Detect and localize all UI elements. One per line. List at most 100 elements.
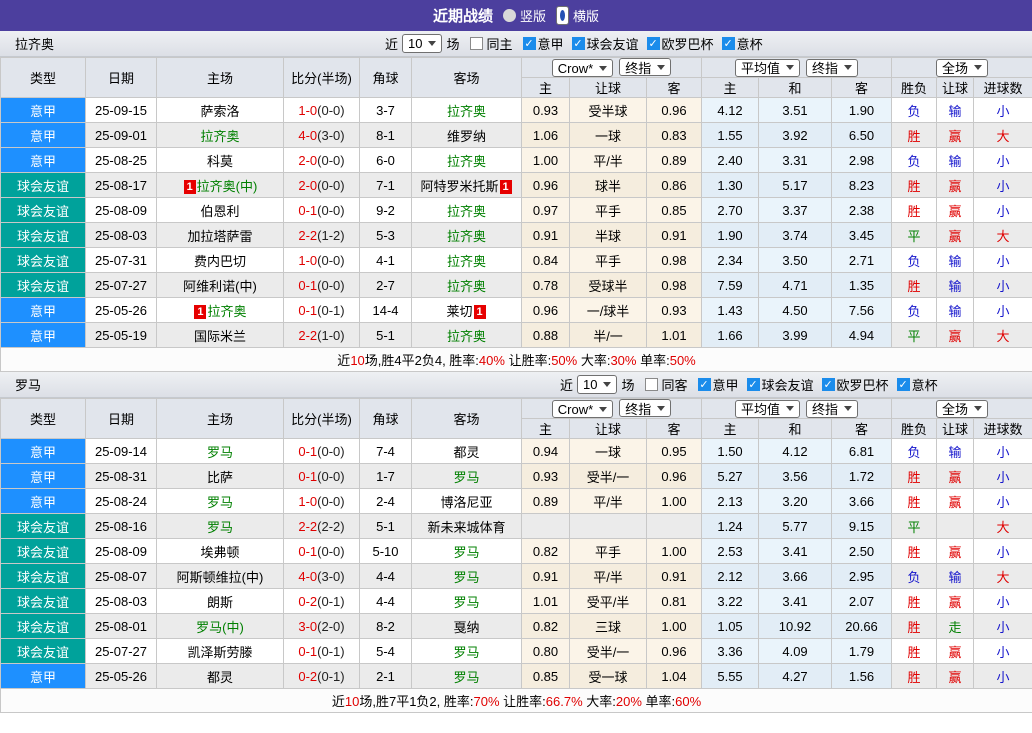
- col-away-odds: 客: [645, 77, 703, 98]
- avg-away-cell: 20.66: [831, 613, 893, 639]
- handicap-cell: 一球: [569, 122, 647, 148]
- avg-draw-cell: 3.74: [758, 222, 833, 248]
- league-checkbox[interactable]: ✓: [821, 378, 835, 391]
- league-checkbox[interactable]: ✓: [522, 37, 536, 50]
- league-checkbox[interactable]: ✓: [697, 378, 711, 391]
- final1-select[interactable]: 终指: [619, 399, 672, 417]
- result-goals-cell: 大: [973, 563, 1032, 589]
- average-select[interactable]: 平均值: [735, 58, 801, 77]
- away-odds-cell: 0.91: [645, 222, 703, 248]
- away-team: 拉齐奥: [411, 97, 522, 123]
- match-row: 意甲 25-05-19 国际米兰 2-2(1-0) 5-1 拉齐奥 0.88 半…: [0, 322, 1032, 348]
- scope-select[interactable]: 全场: [936, 58, 989, 77]
- col-avg-away: 客: [831, 77, 893, 98]
- avg-home-cell: 1.30: [701, 172, 760, 198]
- final2-select[interactable]: 终指: [806, 399, 859, 418]
- radio-selected-icon[interactable]: [556, 6, 569, 25]
- corner-cell: 9-2: [359, 197, 412, 223]
- league-type-badge: 球会友谊: [0, 513, 86, 539]
- average-select[interactable]: 平均值: [735, 399, 801, 418]
- same-venue-checkbox[interactable]: [469, 37, 483, 50]
- bookmaker-select[interactable]: Crow*: [551, 400, 614, 418]
- radio-unselected-icon[interactable]: [502, 9, 516, 22]
- col-home: 主场: [156, 57, 284, 98]
- match-row: 意甲 25-05-26 都灵 0-2(0-1) 2-1 罗马 0.85 受一球 …: [0, 663, 1032, 689]
- score-cell: 0-1(0-0): [283, 272, 360, 298]
- near-label: 近: [385, 37, 399, 52]
- result-handicap-cell: 赢: [936, 222, 975, 248]
- result-handicap-cell: 赢: [936, 322, 975, 348]
- league-checkbox[interactable]: ✓: [646, 37, 660, 50]
- avg-draw-cell: 5.77: [758, 513, 833, 539]
- avg-draw-cell: 3.31: [758, 147, 833, 173]
- avg-home-cell: 1.24: [701, 513, 760, 539]
- home-odds-cell: 0.84: [521, 247, 570, 273]
- bookmaker-select[interactable]: Crow*: [551, 59, 614, 77]
- avg-draw-cell: 3.99: [758, 322, 833, 348]
- avg-home-cell: 4.12: [701, 97, 760, 123]
- avg-draw-cell: 4.27: [758, 663, 833, 689]
- col-corner: 角球: [359, 57, 412, 98]
- away-team: 拉齐奥: [411, 272, 522, 298]
- score-cell: 0-1(0-0): [283, 538, 360, 564]
- scope-select[interactable]: 全场: [936, 399, 989, 418]
- radio-vertical-label: 竖版: [519, 9, 546, 24]
- score-cell: 0-1(0-1): [283, 297, 360, 323]
- avg-draw-cell: 10.92: [758, 613, 833, 639]
- match-count-select[interactable]: 10: [402, 34, 443, 53]
- avg-away-cell: 2.50: [831, 538, 893, 564]
- match-date: 25-08-17: [85, 172, 157, 198]
- radio-vertical-layout[interactable]: 竖版: [502, 6, 546, 25]
- home-team: 费内巴切: [156, 247, 284, 273]
- bookmaker-select-value: Crow*: [557, 401, 594, 417]
- league-type-badge: 意甲: [0, 97, 86, 123]
- same-venue-checkbox[interactable]: [644, 378, 658, 391]
- col-winlose: 胜负: [891, 77, 938, 98]
- result-winlose-cell: 胜: [891, 663, 938, 689]
- away-odds-cell: 0.91: [645, 563, 703, 589]
- league-checkbox[interactable]: ✓: [746, 378, 760, 391]
- league-checkbox[interactable]: ✓: [896, 378, 910, 391]
- result-goals-cell: 小: [973, 147, 1032, 173]
- avg-away-cell: 1.72: [831, 463, 893, 489]
- away-odds-cell: [645, 513, 703, 539]
- near-label: 近: [560, 378, 574, 393]
- avg-away-cell: 9.15: [831, 513, 893, 539]
- result-goals-cell: 小: [973, 588, 1032, 614]
- corner-cell: 5-1: [359, 322, 412, 348]
- away-team: 都灵: [411, 438, 522, 464]
- home-odds-cell: 0.93: [521, 463, 570, 489]
- handicap-cell: 受一球: [569, 663, 647, 689]
- league-type-badge: 意甲: [0, 488, 86, 514]
- avg-home-cell: 1.55: [701, 122, 760, 148]
- final2-select[interactable]: 终指: [806, 58, 859, 77]
- avg-away-cell: 1.35: [831, 272, 893, 298]
- league-checkbox[interactable]: ✓: [721, 37, 735, 50]
- result-winlose-cell: 胜: [891, 588, 938, 614]
- away-team: 新未来城体育: [411, 513, 522, 539]
- match-date: 25-09-14: [85, 438, 157, 464]
- col-handicap: 让球: [569, 77, 647, 98]
- result-goals-cell: 小: [973, 638, 1032, 664]
- match-count-select[interactable]: 10: [577, 375, 618, 394]
- league-checkbox-label: 意甲: [712, 378, 739, 393]
- result-handicap-cell: 赢: [936, 663, 975, 689]
- final1-select[interactable]: 终指: [619, 58, 672, 76]
- avg-home-cell: 2.13: [701, 488, 760, 514]
- match-row: 球会友谊 25-08-01 罗马(中) 3-0(2-0) 8-2 戛纳 0.82…: [0, 613, 1032, 639]
- league-checkbox[interactable]: ✓: [571, 37, 585, 50]
- result-group: 全场: [891, 398, 1032, 419]
- average-group: 平均值 终指: [701, 398, 893, 419]
- handicap-cell: 受半/一: [569, 638, 647, 664]
- away-odds-cell: 0.93: [645, 297, 703, 323]
- avg-draw-cell: 3.20: [758, 488, 833, 514]
- home-team: 罗马: [156, 513, 284, 539]
- league-type-badge: 球会友谊: [0, 538, 86, 564]
- match-row: 球会友谊 25-08-09 埃弗顿 0-1(0-0) 5-10 罗马 0.82 …: [0, 538, 1032, 564]
- radio-horizontal-layout[interactable]: 横版: [556, 6, 599, 25]
- away-team: 拉齐奥: [411, 322, 522, 348]
- average-group: 平均值 终指: [701, 57, 893, 78]
- corner-cell: 8-1: [359, 122, 412, 148]
- chevron-down-icon: [657, 64, 666, 70]
- score-cell: 1-0(0-0): [283, 97, 360, 123]
